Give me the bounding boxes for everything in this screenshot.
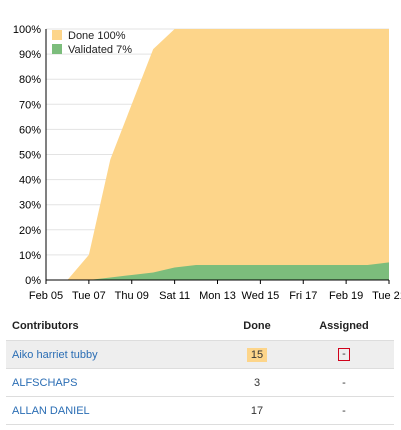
y-axis-ticks: 0% 10% 20% 30% 40% 50% 60% 70% 80% 90% 100% xyxy=(13,24,41,287)
y-tick-label: 20% xyxy=(19,225,41,237)
done-count-cell: 3 xyxy=(220,368,294,397)
done-count-cell: 15 xyxy=(220,340,294,369)
done-count-badge: 15 xyxy=(246,347,268,362)
table-row: Aiko harriet tubby 15 - xyxy=(6,340,394,369)
contributor-name-cell: ALLAN DANIEL xyxy=(6,396,220,425)
contributors-table: Contributors Done Assigned Aiko harriet … xyxy=(6,312,394,425)
contributors-header-row: Contributors Done Assigned xyxy=(6,312,394,341)
legend-swatch-validated xyxy=(52,44,62,54)
legend-swatch-done xyxy=(52,30,62,40)
legend-label-validated: Validated 7% xyxy=(68,44,132,56)
legend-label-done: Done 100% xyxy=(68,30,126,42)
y-tick-label: 100% xyxy=(13,24,41,36)
x-tick-label: Wed 15 xyxy=(242,290,280,302)
assigned-cell: - xyxy=(294,396,394,425)
contributor-name-cell: Aiko harriet tubby xyxy=(6,340,220,369)
table-row: ALLAN DANIEL 17 - xyxy=(6,396,394,425)
contributor-link[interactable]: ALLAN DANIEL xyxy=(12,405,90,417)
y-tick-label: 90% xyxy=(19,49,41,61)
x-tick-label: Tue 07 xyxy=(72,290,106,302)
table-row: ALFSCHAPS 3 - xyxy=(6,368,394,397)
assigned-value: - xyxy=(338,348,350,361)
x-tick-label: Tue 21 xyxy=(372,290,401,302)
assigned-cell: - xyxy=(294,368,394,397)
done-count-cell: 17 xyxy=(220,396,294,425)
y-tick-label: 70% xyxy=(19,99,41,111)
x-tick-label: Sat 11 xyxy=(159,290,190,302)
contributors-header: Contributors xyxy=(6,312,220,341)
y-tick-label: 0% xyxy=(25,275,41,287)
x-axis-ticks: Feb 05 Tue 07 Thu 09 Sat 11 Mon 13 Wed 15 Fri … xyxy=(29,280,401,302)
y-tick-label: 50% xyxy=(19,150,41,162)
assigned-header: Assigned xyxy=(294,312,394,341)
progress-chart: 0% 10% 20% 30% 40% 50% 60% 70% 80% 90% 100% Feb 05… xyxy=(13,24,401,302)
assigned-cell: - xyxy=(294,340,394,369)
chart-legend: Done 100% Validated 7% xyxy=(52,30,132,56)
y-tick-label: 60% xyxy=(19,124,41,136)
contributor-link[interactable]: ALFSCHAPS xyxy=(12,377,77,389)
done-header: Done xyxy=(220,312,294,341)
y-tick-label: 30% xyxy=(19,200,41,212)
y-tick-label: 80% xyxy=(19,74,41,86)
y-tick-label: 10% xyxy=(19,250,41,262)
x-tick-label: Feb 05 xyxy=(29,290,63,302)
x-tick-label: Mon 13 xyxy=(199,290,236,302)
contributor-link[interactable]: Aiko harriet tubby xyxy=(12,349,98,361)
x-tick-label: Fri 17 xyxy=(289,290,317,302)
x-tick-label: Thu 09 xyxy=(115,290,149,302)
contributor-name-cell: ALFSCHAPS xyxy=(6,368,220,397)
y-tick-label: 40% xyxy=(19,175,41,187)
x-tick-label: Feb 19 xyxy=(329,290,363,302)
